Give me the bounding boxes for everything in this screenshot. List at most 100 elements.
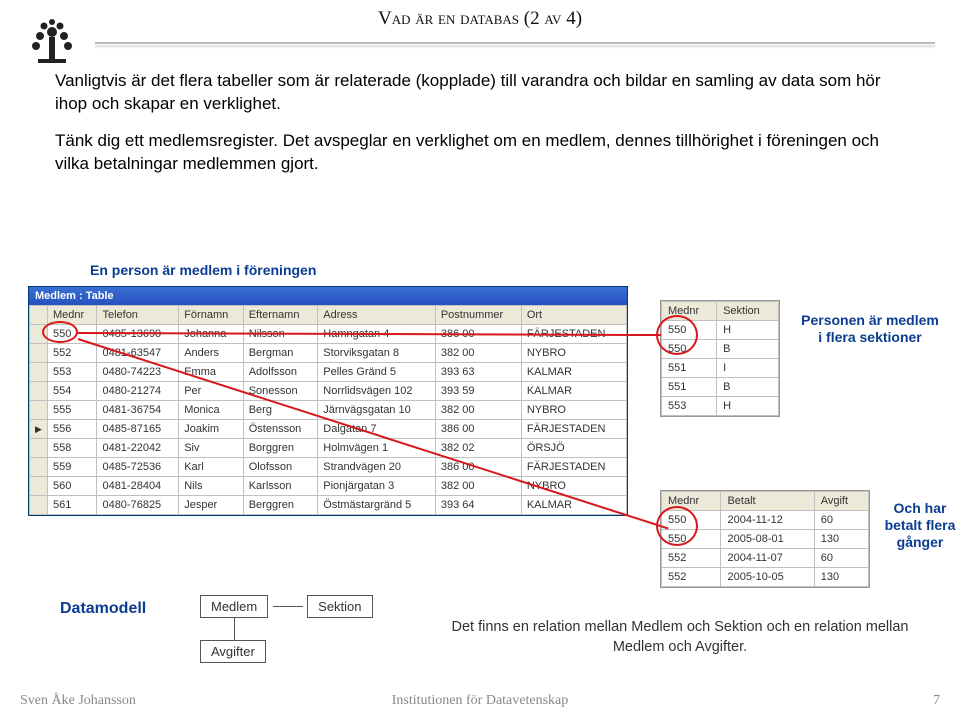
table-cell: Norrlidsvägen 102 xyxy=(318,382,436,401)
table-cell: Östensson xyxy=(243,420,318,439)
col-telefon: Telefon xyxy=(97,306,179,325)
col-mednr: Mednr xyxy=(48,306,97,325)
table-cell: B xyxy=(717,378,779,397)
table-cell: Adolfsson xyxy=(243,363,318,382)
table-cell: 550 xyxy=(662,340,717,359)
table-cell: Dalgatan 7 xyxy=(318,420,436,439)
sektion-table: Mednr Sektion 550H550B551I551B553H xyxy=(660,300,780,417)
table-cell: NYBRO xyxy=(521,401,626,420)
table-cell: Sonesson xyxy=(243,382,318,401)
dm-box-medlem: Medlem xyxy=(200,595,268,618)
table-cell: H xyxy=(717,397,779,416)
table-cell: 386 00 xyxy=(435,325,521,344)
datamodel-row2: Avgifter xyxy=(245,640,266,663)
col-efternamn: Efternamn xyxy=(243,306,318,325)
body-text: Vanligtvis är det flera tabeller som är … xyxy=(55,70,895,190)
dm-link-icon xyxy=(273,606,303,607)
table-cell: Östmästargränd 5 xyxy=(318,496,436,515)
table-cell: 551 xyxy=(662,359,717,378)
table-cell: 60 xyxy=(814,511,868,530)
table-cell: 60 xyxy=(814,549,868,568)
table-cell: 2005-08-01 xyxy=(721,530,814,549)
table-cell: 0481-28404 xyxy=(97,477,179,496)
paragraph-1: Vanligtvis är det flera tabeller som är … xyxy=(55,70,895,116)
table-cell: Karlsson xyxy=(243,477,318,496)
table-row: 5522005-10-05130 xyxy=(662,568,869,587)
table-cell: Monica xyxy=(179,401,244,420)
table-cell: 393 63 xyxy=(435,363,521,382)
callout-sektioner: Personen är medlem i flera sektioner xyxy=(800,312,940,346)
table-cell: 550 xyxy=(662,530,721,549)
table-cell: Jesper xyxy=(179,496,244,515)
col-postnr: Postnummer xyxy=(435,306,521,325)
table-cell: H xyxy=(717,321,779,340)
avgift-table: Mednr Betalt Avgift 5502004-11-126055020… xyxy=(660,490,870,588)
table-row: 5600481-28404NilsKarlssonPionjärgatan 33… xyxy=(30,477,627,496)
table-cell: FÄRJESTADEN xyxy=(521,325,626,344)
table-cell: Johanna xyxy=(179,325,244,344)
row-selector xyxy=(30,496,48,515)
avg-col-avgift: Avgift xyxy=(814,492,868,511)
medlem-table: Mednr Telefon Förnamn Efternamn Adress P… xyxy=(29,305,627,515)
table-cell: 130 xyxy=(814,568,868,587)
table-cell: 2004-11-12 xyxy=(721,511,814,530)
table-row: 550B xyxy=(662,340,779,359)
table-cell: 561 xyxy=(48,496,97,515)
row-selector xyxy=(30,458,48,477)
table-cell: 554 xyxy=(48,382,97,401)
table-cell: 553 xyxy=(48,363,97,382)
table-cell: 556 xyxy=(48,420,97,439)
table-cell: 552 xyxy=(48,344,97,363)
table-cell: 2005-10-05 xyxy=(721,568,814,587)
row-selector xyxy=(30,344,48,363)
table-row: 550H xyxy=(662,321,779,340)
row-selector xyxy=(30,477,48,496)
table-cell: Joakim xyxy=(179,420,244,439)
table-cell: 386 00 xyxy=(435,420,521,439)
datamodel-diagram: Medlem Sektion xyxy=(200,595,373,618)
row-selector xyxy=(30,420,48,439)
table-cell: 0481-36754 xyxy=(97,401,179,420)
table-cell: B xyxy=(717,340,779,359)
title-divider xyxy=(95,42,935,45)
dm-box-avgifter: Avgifter xyxy=(200,640,266,663)
table-cell: FÄRJESTADEN xyxy=(521,458,626,477)
table-cell: 382 00 xyxy=(435,477,521,496)
table-cell: Per xyxy=(179,382,244,401)
table-cell: NYBRO xyxy=(521,344,626,363)
table-row: 5540480-21274PerSonessonNorrlidsvägen 10… xyxy=(30,382,627,401)
footer-page-number: 7 xyxy=(933,693,940,709)
table-row: 5522004-11-0760 xyxy=(662,549,869,568)
table-cell: 550 xyxy=(48,325,97,344)
table-cell: Strandvägen 20 xyxy=(318,458,436,477)
row-selector xyxy=(30,439,48,458)
table-cell: Emma xyxy=(179,363,244,382)
table-cell: 382 02 xyxy=(435,439,521,458)
table-row: 551I xyxy=(662,359,779,378)
table-cell: 559 xyxy=(48,458,97,477)
table-cell: 560 xyxy=(48,477,97,496)
avg-col-betalt: Betalt xyxy=(721,492,814,511)
subheading: En person är medlem i föreningen xyxy=(90,262,316,278)
table-cell: Pionjärgatan 3 xyxy=(318,477,436,496)
table-row: 5610480-76825JesperBerggrenÖstmästargrän… xyxy=(30,496,627,515)
table-cell: KALMAR xyxy=(521,382,626,401)
table-cell: 0480-74223 xyxy=(97,363,179,382)
table-cell: Storviksgatan 8 xyxy=(318,344,436,363)
avg-col-mednr: Mednr xyxy=(662,492,721,511)
table-row: 5550481-36754MonicaBergJärnvägsgatan 103… xyxy=(30,401,627,420)
table-row: 5560485-87165JoakimÖstenssonDalgatan 738… xyxy=(30,420,627,439)
table-cell: 0481-22042 xyxy=(97,439,179,458)
table-cell: 130 xyxy=(814,530,868,549)
footer-author: Sven Åke Johansson xyxy=(20,693,136,709)
table-cell: 551 xyxy=(662,378,717,397)
table-cell: Bergman xyxy=(243,344,318,363)
col-ort: Ort xyxy=(521,306,626,325)
table-cell: Olofsson xyxy=(243,458,318,477)
table-cell: 393 64 xyxy=(435,496,521,515)
footer-institution: Institutionen för Datavetenskap xyxy=(392,693,569,709)
table-cell: 558 xyxy=(48,439,97,458)
table-cell: 0480-21274 xyxy=(97,382,179,401)
table-cell: Järnvägsgatan 10 xyxy=(318,401,436,420)
table-cell: Siv xyxy=(179,439,244,458)
